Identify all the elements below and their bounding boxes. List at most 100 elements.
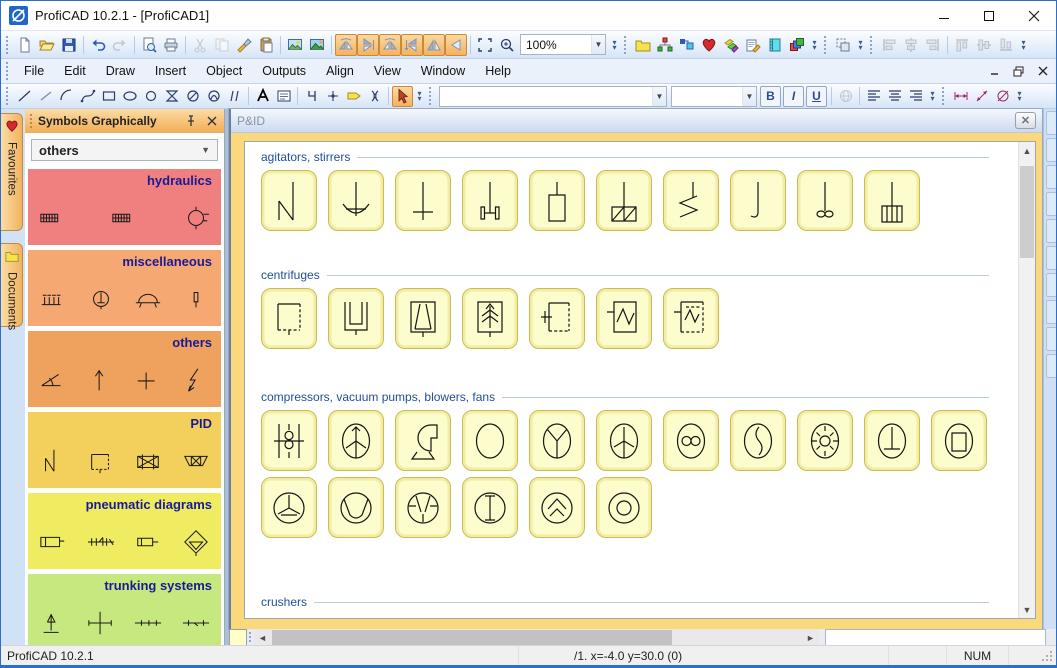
pages-link-icon[interactable]: [676, 34, 698, 56]
symbol-blower-scroll[interactable]: [395, 410, 451, 471]
menu-file[interactable]: File: [14, 59, 54, 83]
dome-symbol[interactable]: [133, 285, 163, 318]
toolbar-grip[interactable]: [823, 35, 828, 54]
toolbar-overflow-chevron-icon[interactable]: ▾ ▾: [808, 34, 821, 56]
menu-draw[interactable]: Draw: [96, 59, 145, 83]
colored-sheets-icon[interactable]: [720, 34, 742, 56]
angle-symbol[interactable]: [38, 366, 68, 399]
right-strip-button[interactable]: [1045, 111, 1056, 135]
symbol-centrifuge-dashed[interactable]: [261, 288, 317, 349]
flip-down-icon[interactable]: [401, 33, 423, 56]
mdi-restore-button[interactable]: [1008, 63, 1029, 80]
arrow-up-symbol[interactable]: [86, 366, 116, 399]
hook-symbol-icon[interactable]: [301, 86, 322, 107]
bold-button[interactable]: B: [760, 85, 781, 107]
size-combo[interactable]: ▼: [671, 85, 757, 107]
symbol-agitator-frame[interactable]: [529, 170, 585, 231]
toolbar-grip[interactable]: [869, 35, 874, 54]
print-preview-icon[interactable]: [138, 34, 160, 56]
panel-grip[interactable]: [29, 113, 33, 128]
paste-icon[interactable]: [255, 34, 277, 56]
symbol-agitator-hook[interactable]: [730, 170, 786, 231]
trapezoid-x-mini[interactable]: [181, 447, 211, 480]
line-ticks-2-symbol[interactable]: [181, 609, 211, 642]
scroll-up-icon[interactable]: ▲: [1019, 142, 1035, 159]
right-strip-button[interactable]: [1045, 300, 1056, 324]
toolbar-overflow-chevron-icon[interactable]: ▾ ▾: [608, 34, 621, 56]
bezier-tool-icon[interactable]: [77, 86, 98, 107]
text-tool-icon[interactable]: [252, 86, 273, 107]
category-hydraulics[interactable]: hydraulics: [28, 169, 221, 245]
align-text-right-icon[interactable]: [905, 86, 926, 107]
document-title-bar[interactable]: P&ID ✕: [231, 109, 1042, 133]
polyline-tool-icon[interactable]: [35, 86, 56, 107]
symbol-rotary-gear[interactable]: [797, 410, 853, 471]
toolbar-overflow-chevron-icon[interactable]: ▾ ▾: [1017, 34, 1030, 56]
new-file-icon[interactable]: [14, 34, 36, 56]
symbol-screw-compressor[interactable]: [730, 410, 786, 471]
category-miscellaneous[interactable]: miscellaneous: [28, 250, 221, 326]
bus-symbol-icon[interactable]: [364, 86, 385, 107]
symbol-compressor-frame-8[interactable]: [261, 410, 317, 471]
edit-sheet-icon[interactable]: [742, 34, 764, 56]
lightning-symbol[interactable]: [181, 366, 211, 399]
folder-icon[interactable]: [632, 34, 654, 56]
category-pneumatic-diagrams[interactable]: pneumatic diagrams: [28, 493, 221, 569]
chevron-down-icon[interactable]: ▼: [591, 35, 605, 54]
resize-grip[interactable]: [1008, 646, 1056, 665]
symbol-centrifuge-feed[interactable]: [529, 288, 585, 349]
toolbar-overflow-chevron-icon[interactable]: ▾ ▾: [413, 85, 426, 107]
symbol-agitator-zigzag[interactable]: [261, 170, 317, 231]
flip-rotate-left-icon[interactable]: [335, 33, 357, 56]
menu-insert[interactable]: Insert: [145, 59, 196, 83]
hydraulic-unit-2[interactable]: [110, 204, 140, 237]
symbol-compressor-chevrons[interactable]: [529, 477, 585, 538]
minimize-button[interactable]: [921, 1, 966, 30]
underline-button[interactable]: U: [806, 85, 827, 107]
label-tag-icon[interactable]: [343, 86, 364, 107]
symbol-agitator-grid[interactable]: [864, 170, 920, 231]
symbol-vessel-ellipse[interactable]: [462, 410, 518, 471]
menu-edit[interactable]: Edit: [54, 59, 96, 83]
cross-ticks-symbol[interactable]: [86, 609, 116, 642]
symbol-agitator-propeller[interactable]: [797, 170, 853, 231]
right-strip-button[interactable]: [1045, 273, 1056, 297]
vertical-scroll-thumb[interactable]: [1020, 166, 1034, 258]
background-image-icon[interactable]: [306, 34, 328, 56]
dimension-diameter-icon[interactable]: [992, 86, 1013, 107]
mdi-minimize-button[interactable]: [984, 63, 1005, 80]
symbol-agitator-hatched[interactable]: [596, 170, 652, 231]
valve-train-symbol[interactable]: [86, 528, 116, 561]
symbol-centrifuge-arrows[interactable]: [462, 288, 518, 349]
symbol-centrifuge-basket[interactable]: [328, 288, 384, 349]
line-ticks-symbol[interactable]: [133, 609, 163, 642]
menu-outputs[interactable]: Outputs: [252, 59, 316, 83]
hourglass-tool-icon[interactable]: [161, 86, 182, 107]
small-cylinder-symbol[interactable]: [133, 528, 163, 561]
symbol-roots-blower[interactable]: [663, 410, 719, 471]
format-painter-icon[interactable]: [233, 34, 255, 56]
circle-tool-icon[interactable]: [140, 86, 161, 107]
menu-window[interactable]: Window: [411, 59, 475, 83]
ellipse-tool-icon[interactable]: [119, 86, 140, 107]
comb-symbol[interactable]: [38, 285, 68, 318]
symbol-pump-tee[interactable]: [864, 410, 920, 471]
symbol-ring-blower[interactable]: [596, 477, 652, 538]
symbol-turbine-bar[interactable]: [261, 477, 317, 538]
chevron-down-icon[interactable]: ▼: [652, 86, 666, 106]
open-file-icon[interactable]: [36, 34, 58, 56]
right-strip-button[interactable]: [1045, 354, 1056, 378]
toolbar-grip[interactable]: [5, 87, 10, 105]
side-tab-documents[interactable]: Documents: [1, 243, 23, 330]
mirror-left-icon[interactable]: [445, 33, 467, 56]
symbol-propeller-fan[interactable]: [596, 410, 652, 471]
agitator-mini[interactable]: [38, 447, 68, 480]
symbol-centrifuge-zigzag[interactable]: [596, 288, 652, 349]
crossed-rect-mini[interactable]: [133, 447, 163, 480]
circle-chord-tool-icon[interactable]: [203, 86, 224, 107]
plug-symbol[interactable]: [181, 285, 211, 318]
symbol-agitator-paddle[interactable]: [395, 170, 451, 231]
right-strip-button[interactable]: [1045, 246, 1056, 270]
menu-help[interactable]: Help: [475, 59, 521, 83]
toolbar-overflow-chevron-icon[interactable]: ▾ ▾: [926, 85, 939, 107]
